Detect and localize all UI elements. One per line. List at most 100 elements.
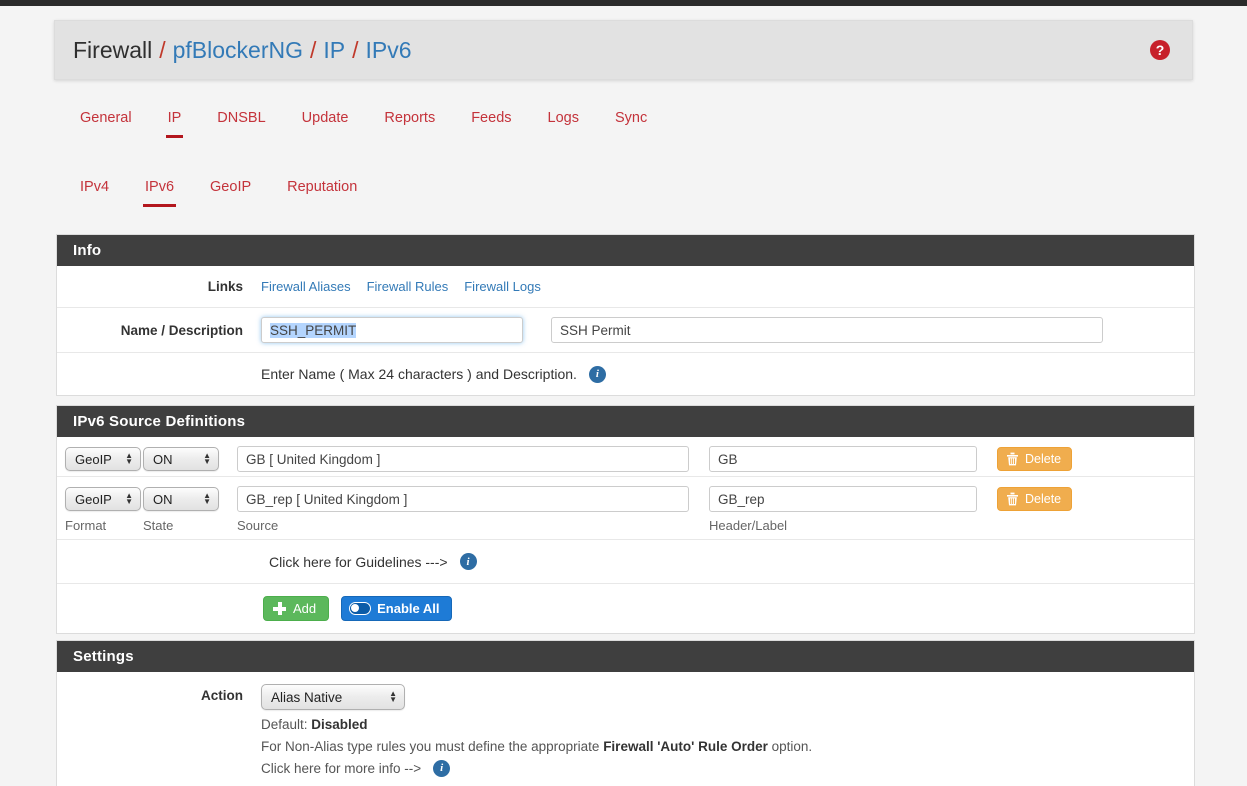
link-firewall-rules[interactable]: Firewall Rules xyxy=(367,279,449,294)
link-firewall-aliases[interactable]: Firewall Aliases xyxy=(261,279,351,294)
tab-general[interactable]: General xyxy=(62,104,150,138)
chevron-updown-icon: ▲ ▼ xyxy=(125,491,133,506)
format-select-row2-value: GeoIP xyxy=(75,491,112,507)
action-help-line2-part2: option. xyxy=(767,738,813,754)
action-label: Action xyxy=(201,688,243,703)
tab-ipv4[interactable]: IPv4 xyxy=(62,173,127,207)
source-actions-row: Add Enable All xyxy=(57,584,1194,633)
state-select-row2-value: ON xyxy=(153,491,173,507)
settings-panel: Settings Action Alias Native ▲ ▼ Default:… xyxy=(56,640,1195,786)
tab-sync[interactable]: Sync xyxy=(597,104,665,138)
tab-ip[interactable]: IP xyxy=(150,104,200,138)
trash-icon xyxy=(1006,492,1019,506)
source-row: GeoIP ▲ ▼ ON ▲ ▼ xyxy=(57,477,1194,516)
action-help-line2-bold: Firewall 'Auto' Rule Order xyxy=(603,738,768,754)
format-select-row1-value: GeoIP xyxy=(75,451,112,467)
guidelines-text: Click here for Guidelines ---> xyxy=(269,553,448,570)
name-hint-text: Enter Name ( Max 24 characters ) and Des… xyxy=(261,366,577,382)
plus-icon xyxy=(273,602,286,615)
tab-feeds[interactable]: Feeds xyxy=(453,104,529,138)
name-description-row: Name / Description xyxy=(57,308,1194,353)
state-select-row1-value: ON xyxy=(153,451,173,467)
enable-all-button-label: Enable All xyxy=(377,601,440,616)
add-button[interactable]: Add xyxy=(263,596,330,621)
trash-icon xyxy=(1006,452,1019,466)
format-select-row2[interactable]: GeoIP ▲ ▼ xyxy=(65,487,141,511)
link-firewall-logs[interactable]: Firewall Logs xyxy=(464,279,541,294)
tab-logs[interactable]: Logs xyxy=(530,104,597,138)
delete-button-row1[interactable]: Delete xyxy=(997,447,1073,471)
name-hint-row: Enter Name ( Max 24 characters ) and Des… xyxy=(57,353,1194,395)
action-help-line2: For Non-Alias type rules you must define… xyxy=(261,736,1194,758)
action-help-default-value: Disabled xyxy=(311,717,368,732)
source-input-row2[interactable] xyxy=(237,486,689,512)
tab-ipv6[interactable]: IPv6 xyxy=(127,173,192,207)
info-icon[interactable]: i xyxy=(588,365,606,383)
breadcrumb-root: Firewall xyxy=(73,36,153,63)
tab-reputation[interactable]: Reputation xyxy=(269,173,375,207)
help-icon[interactable]: ? xyxy=(1150,40,1170,60)
action-info-icon[interactable]: i xyxy=(433,760,451,778)
column-label-state: State xyxy=(143,518,174,533)
enable-all-button[interactable]: Enable All xyxy=(341,596,452,621)
chevron-updown-icon: ▲ ▼ xyxy=(203,451,211,466)
breadcrumb-item-ip[interactable]: IP xyxy=(323,38,345,62)
source-definitions-panel: IPv6 Source Definitions GeoIP ▲▼ ON ▲▼ xyxy=(56,405,1195,634)
action-help-default: Default: Disabled xyxy=(261,714,1194,736)
delete-button-row2-label: Delete xyxy=(1025,491,1062,506)
primary-tab-bar: General IP DNSBL Update Reports Feeds Lo… xyxy=(62,104,665,138)
tab-geoip[interactable]: GeoIP xyxy=(192,173,269,207)
guidelines-row: Click here for Guidelines ---> i xyxy=(57,540,1194,584)
toggle-icon xyxy=(349,602,372,615)
breadcrumb-bar: Firewall / pfBlockerNG / IP / IPv6 ? xyxy=(54,20,1193,80)
breadcrumb-separator: / xyxy=(310,36,317,63)
header-label-input-row1[interactable] xyxy=(709,446,977,472)
name-input[interactable] xyxy=(261,317,523,343)
tab-reports[interactable]: Reports xyxy=(366,104,453,138)
chevron-updown-icon: ▲ ▼ xyxy=(125,451,133,466)
settings-panel-heading: Settings xyxy=(57,641,1194,672)
column-label-format: Format xyxy=(65,518,107,533)
action-help-block: Default: Disabled For Non-Alias type rul… xyxy=(261,710,1194,780)
delete-button-row2[interactable]: Delete xyxy=(997,487,1073,511)
action-help-line2-part1: For Non-Alias type rules you must define… xyxy=(261,738,604,754)
delete-button-row1-label: Delete xyxy=(1025,451,1062,466)
secondary-tab-bar: IPv4 IPv6 GeoIP Reputation xyxy=(62,173,375,207)
source-row: GeoIP ▲ ▼ ON ▲ ▼ xyxy=(57,437,1194,477)
state-select-row1[interactable]: ON ▲ ▼ xyxy=(143,447,219,471)
description-input[interactable] xyxy=(551,317,1103,343)
breadcrumb: Firewall / pfBlockerNG / IP / IPv6 xyxy=(73,36,412,63)
settings-body: Action Alias Native ▲ ▼ Default: Disabled… xyxy=(57,672,1194,786)
info-panel: Info Links Firewall Aliases Firewall Rul… xyxy=(56,234,1195,396)
chevron-updown-icon: ▲ ▼ xyxy=(389,689,397,704)
tab-dnsbl[interactable]: DNSBL xyxy=(199,104,283,138)
source-column-labels: Format State Source Header/Label xyxy=(57,516,1194,539)
page-container: Firewall / pfBlockerNG / IP / IPv6 ? Gen… xyxy=(0,6,1247,786)
action-help-default-prefix: Default: xyxy=(261,717,312,732)
tab-update[interactable]: Update xyxy=(284,104,367,138)
source-input-row1[interactable] xyxy=(237,446,689,472)
name-description-label: Name / Description xyxy=(120,322,243,338)
source-panel-heading: IPv6 Source Definitions xyxy=(57,406,1194,437)
guidelines-info-icon[interactable]: i xyxy=(459,553,477,570)
breadcrumb-separator: / xyxy=(352,36,359,63)
action-help-line3: Click here for more info --> i xyxy=(261,758,1194,780)
action-select[interactable]: Alias Native ▲ ▼ xyxy=(261,684,405,710)
add-button-label: Add xyxy=(293,601,317,616)
links-label: Links xyxy=(207,279,243,294)
column-label-header: Header/Label xyxy=(709,518,788,533)
action-row: Action Alias Native ▲ ▼ Default: Disabled… xyxy=(57,684,1194,786)
column-label-source: Source xyxy=(237,518,279,533)
header-label-input-row2[interactable] xyxy=(709,486,977,512)
action-select-value: Alias Native xyxy=(271,689,343,705)
action-help-line3-text: Click here for more info --> xyxy=(261,760,422,776)
state-select-row2[interactable]: ON ▲ ▼ xyxy=(143,487,219,511)
links-row: Links Firewall Aliases Firewall Rules Fi… xyxy=(57,266,1194,308)
chevron-updown-icon: ▲ ▼ xyxy=(203,491,211,506)
breadcrumb-item-ipv6[interactable]: IPv6 xyxy=(366,38,412,62)
format-select-row1[interactable]: GeoIP ▲ ▼ xyxy=(65,447,141,471)
breadcrumb-item-pfblockerng[interactable]: pfBlockerNG xyxy=(173,38,303,62)
info-panel-heading: Info xyxy=(57,235,1194,266)
source-row-2-group: GeoIP ▲ ▼ ON ▲ ▼ GB_rep [United Kingdom… xyxy=(57,477,1194,540)
breadcrumb-separator: / xyxy=(159,36,166,63)
